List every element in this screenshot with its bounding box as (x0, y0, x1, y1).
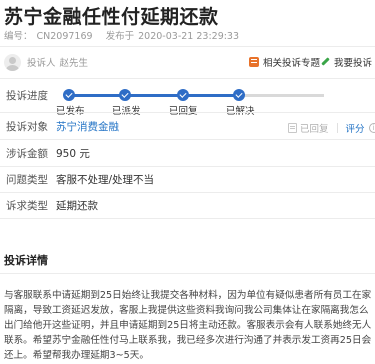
progress-label: 投诉进度 (6, 90, 48, 102)
details-title: 投诉详情 (4, 254, 48, 267)
target-company-link[interactable]: 苏宁消费金融 (56, 119, 119, 134)
demand-type-value: 延期还款 (56, 199, 98, 212)
file-complaint-link[interactable]: 我要投诉 (320, 55, 372, 69)
issue-type-value: 客服不处理/处理不当 (56, 173, 155, 186)
document-icon (288, 123, 297, 133)
complaint-details-text: 与客服联系中请延期到25日始终让我提交各种材料，因为单位有疑似患者所有员工在家隔… (4, 290, 372, 361)
complainant-label: 投诉人 (27, 58, 56, 69)
amount-label: 涉诉金额 (6, 147, 48, 160)
complainant-name: 赵先生 (59, 58, 89, 69)
meta-line: 编号： CN2097169 发布于 2020-03-21 23:29:33 (4, 28, 243, 42)
issue-type-label: 问题类型 (6, 173, 48, 186)
target-label: 投诉对象 (6, 120, 48, 133)
divider (0, 273, 375, 274)
separator (336, 123, 338, 133)
issue-type-row: 问题类型 客服不处理/处理不当 (0, 166, 375, 192)
rating-label: 评分 (345, 124, 365, 135)
check-icon (177, 89, 189, 101)
amount-row: 涉诉金额 950 元 (0, 140, 375, 166)
target-status: 已回复 评分 i (288, 121, 375, 135)
divider (0, 218, 375, 219)
rating-link[interactable]: 评分 i (346, 121, 375, 135)
divider (0, 46, 375, 47)
file-complaint-label: 我要投诉 (334, 58, 373, 69)
reply-status-label: 已回复 (300, 124, 329, 135)
complainant-block: 投诉人 赵先生 (4, 53, 88, 71)
info-icon: i (368, 123, 375, 133)
demand-type-row: 诉求类型 延期还款 (0, 192, 375, 218)
progress-line-tail (244, 94, 324, 97)
complaint-id-label: 编号： (4, 31, 33, 42)
complaint-id: CN2097169 (36, 31, 93, 42)
check-icon (119, 89, 131, 101)
check-icon (233, 89, 245, 101)
related-topic-icon (249, 57, 259, 67)
demand-type-label: 诉求类型 (6, 199, 48, 212)
reply-status: 已回复 (288, 121, 329, 135)
page-title: 苏宁金融任性付延期还款 (4, 6, 219, 28)
published-label: 发布于 (105, 31, 135, 42)
pen-icon (320, 57, 330, 67)
published-time: 2020-03-21 23:29:33 (138, 31, 240, 42)
related-topics-label: 相关投诉专题 (263, 58, 321, 69)
progress-line (68, 94, 244, 97)
avatar-icon (4, 53, 21, 71)
divider (0, 78, 375, 79)
amount-value: 950 元 (56, 147, 90, 160)
check-icon (63, 89, 75, 101)
related-topics-link[interactable]: 相关投诉专题 (249, 55, 320, 69)
